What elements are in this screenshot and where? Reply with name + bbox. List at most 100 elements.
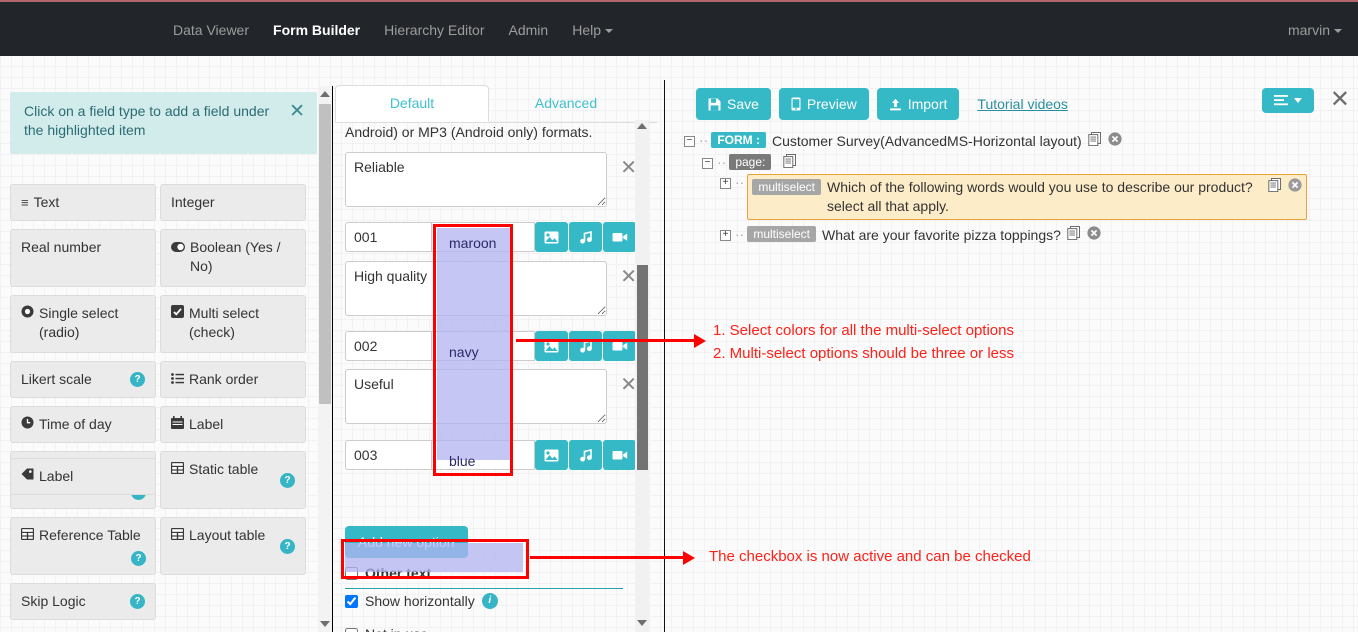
field-type-layout-table[interactable]: Layout table ? [160, 517, 306, 575]
field-type-skip-logic[interactable]: Skip Logic ? [10, 583, 156, 620]
tree-node-multiselect-1[interactable]: multiselect Which of the following words… [747, 174, 1308, 220]
close-icon[interactable]: ✕ [289, 102, 305, 121]
tree-node-type-tag: page: [729, 154, 772, 170]
option-code-input-3[interactable]: 003 [345, 440, 431, 470]
show-horizontally-checkbox-row[interactable]: Show horizontally i [345, 593, 498, 609]
help-icon[interactable]: ? [130, 594, 145, 609]
tutorial-videos-link[interactable]: Tutorial videos [977, 96, 1068, 112]
scrollbar-thumb[interactable] [637, 265, 648, 470]
annotation-text-1-line2: 2. Multi-select options should be three … [713, 345, 1014, 362]
scroll-up-icon[interactable] [318, 86, 332, 102]
option-text-input-2[interactable]: High quality [345, 261, 607, 316]
tree-node-page[interactable]: − ·· page: [702, 154, 1354, 171]
scroll-down-icon[interactable] [318, 616, 332, 632]
field-type-label: Skip Logic [21, 593, 86, 609]
tab-advanced[interactable]: Advanced [489, 85, 643, 122]
field-type-date[interactable]: Label [160, 406, 306, 443]
option-name-input-3[interactable] [430, 440, 535, 470]
copy-icon[interactable] [1268, 178, 1282, 195]
add-new-option-button[interactable]: Add new option [345, 526, 468, 558]
option-code-input-2[interactable]: 002 [345, 331, 431, 361]
field-type-likert-scale[interactable]: Likert scale ? [10, 361, 156, 398]
video-icon[interactable] [603, 222, 636, 252]
field-type-reference-table[interactable]: Reference Table ? [10, 517, 156, 575]
expand-toggle-icon[interactable]: + [720, 178, 731, 189]
other-text-checkbox[interactable] [345, 566, 358, 580]
field-type-rank-order[interactable]: Rank order [160, 361, 306, 398]
option-name-input-2[interactable] [430, 331, 535, 361]
field-type-boolean[interactable]: Boolean (Yes / No) [160, 229, 306, 287]
table-icon [171, 526, 184, 545]
tree-node-type-tag: FORM : [711, 132, 766, 148]
field-type-integer[interactable]: Integer [160, 184, 306, 221]
user-menu[interactable]: marvin [1288, 2, 1342, 58]
import-label: Import [907, 96, 948, 112]
audio-icon[interactable] [569, 440, 602, 470]
option-text-input-3[interactable]: Useful [345, 369, 607, 424]
field-type-label-tag[interactable]: Label [10, 458, 156, 495]
tab-default[interactable]: Default [335, 85, 489, 122]
option-code-row-2: 002 [345, 331, 637, 361]
field-type-time-of-day[interactable]: Time of day [10, 406, 156, 443]
field-type-multi-select[interactable]: Multi select (check) [160, 295, 306, 353]
copy-icon[interactable] [1067, 226, 1081, 243]
nav-link-admin[interactable]: Admin [497, 2, 561, 58]
image-icon[interactable] [535, 440, 568, 470]
nav-link-data-viewer[interactable]: Data Viewer [173, 2, 261, 58]
video-icon[interactable] [603, 331, 636, 361]
collapse-toggle-icon[interactable]: − [702, 158, 713, 169]
scrollbar-thumb[interactable] [319, 104, 331, 404]
tree-node-form[interactable]: − ·· FORM : Customer Survey(AdvancedMS-H… [684, 132, 1354, 151]
delete-icon[interactable] [1108, 132, 1122, 149]
not-in-use-checkbox[interactable] [345, 627, 358, 632]
expand-toggle-icon[interactable]: + [720, 230, 731, 241]
video-icon[interactable] [603, 440, 636, 470]
nav-link-form-builder[interactable]: Form Builder [261, 2, 372, 58]
image-icon[interactable] [535, 331, 568, 361]
other-text-checkbox-row[interactable]: Other text [345, 565, 431, 581]
info-icon[interactable]: i [481, 593, 498, 609]
nav-link-help[interactable]: Help [560, 2, 625, 58]
help-icon[interactable]: ? [131, 551, 146, 566]
field-type-single-select[interactable]: Single select (radio) [10, 295, 156, 353]
field-type-text[interactable]: ≡ Text [10, 184, 156, 221]
tree-row-multiselect-1: + ·· multiselect Which of the following … [720, 174, 1354, 220]
nav-link-hierarchy-editor[interactable]: Hierarchy Editor [372, 2, 496, 58]
help-icon[interactable]: ? [280, 472, 295, 488]
field-type-static-table[interactable]: Static table ? [160, 451, 306, 509]
tree-options-menu-button[interactable] [1262, 88, 1314, 113]
copy-icon[interactable] [783, 154, 797, 171]
field-type-label: Real number [21, 239, 102, 255]
audio-icon[interactable] [569, 222, 602, 252]
option-code-input-1[interactable]: 001 [345, 222, 431, 252]
copy-icon[interactable] [1087, 132, 1102, 149]
field-type-real-number[interactable]: Real number [10, 229, 156, 287]
import-button[interactable]: Import [876, 88, 960, 120]
not-in-use-checkbox-row[interactable]: Not in use [345, 626, 428, 632]
option-name-input-1[interactable] [430, 222, 535, 252]
help-icon[interactable]: ? [280, 538, 295, 554]
field-type-label: Time of day [39, 416, 112, 432]
property-tabs: Default Advanced [335, 85, 657, 123]
option-text-input-1[interactable]: Reliable [345, 152, 607, 207]
save-button[interactable]: Save [696, 88, 771, 120]
show-horizontally-checkbox[interactable] [345, 594, 358, 608]
help-icon[interactable]: ? [130, 372, 145, 387]
audio-icon[interactable] [569, 331, 602, 361]
list-icon [171, 370, 184, 389]
tree-connector: ·· [735, 226, 745, 242]
preview-button[interactable]: Preview [778, 88, 869, 120]
option-text-row-3: Useful ✕ [345, 369, 637, 424]
image-icon[interactable] [535, 222, 568, 252]
tree-node-multiselect-2[interactable]: + ·· multiselect What are your favorite … [720, 226, 1354, 245]
delete-icon[interactable] [1288, 178, 1302, 195]
collapse-toggle-icon[interactable]: − [684, 136, 695, 147]
scroll-down-icon[interactable] [637, 620, 647, 626]
scroll-up-icon[interactable] [637, 123, 647, 129]
close-icon[interactable]: ✕ [1330, 85, 1350, 114]
delete-icon[interactable] [1087, 226, 1101, 243]
option-text-row-2: High quality ✕ [345, 261, 637, 316]
tree-node-label: What are your favorite pizza toppings? [822, 227, 1061, 243]
save-label: Save [727, 96, 759, 112]
left-panel-scrollbar[interactable] [318, 86, 333, 632]
